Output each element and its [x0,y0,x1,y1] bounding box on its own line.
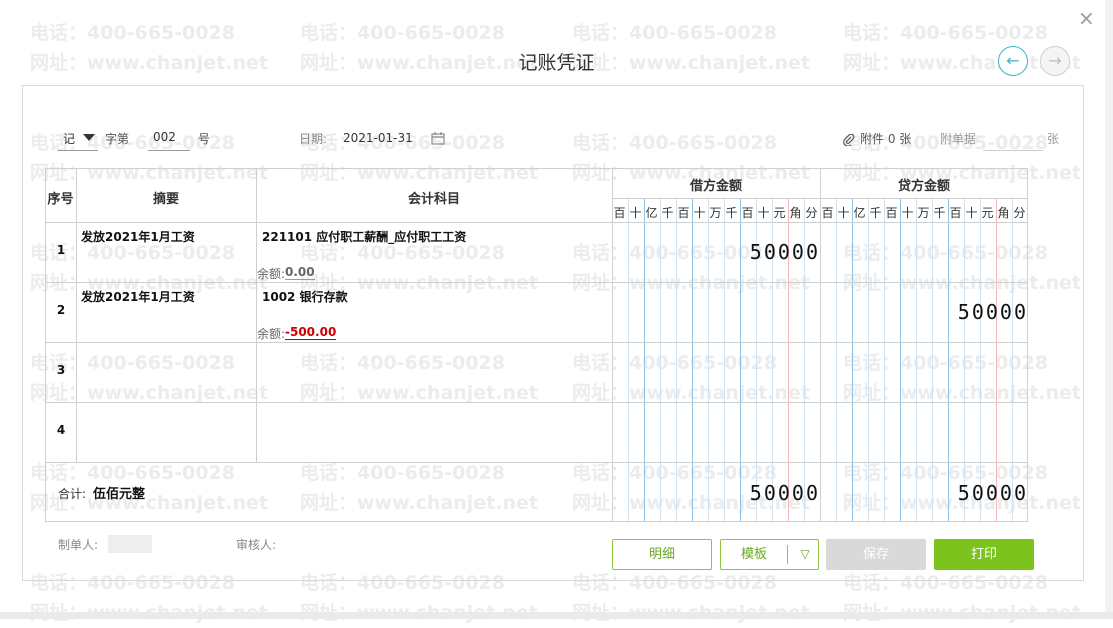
watermark-phone: 电话：400-665-0028 [843,22,1048,44]
col-header-account: 会计科目 [407,192,460,207]
row-3-account-cell[interactable] [257,343,612,402]
col-header-summary: 摘要 [152,192,179,207]
row-2-credit-amount[interactable]: 50000 [820,300,1028,324]
voucher-number-input[interactable]: 002 [153,130,176,144]
scrollbar-track[interactable] [1105,0,1113,619]
total-in-words: 伍佰元整 [93,487,146,502]
total-debit-amount: 50000 [749,481,820,505]
row-4-number: 4 [56,423,66,437]
col-header-credit: 贷方金额 [897,179,950,194]
row-3-number: 3 [56,363,66,377]
row-1-summary[interactable]: 发放2021年1月工资 [81,228,195,245]
grid-line [45,282,1028,283]
row-4-summary-cell[interactable] [77,403,256,462]
maker-label: 制单人: [58,538,99,552]
caret-down-icon[interactable] [83,134,95,141]
voucher-type-underline [58,150,98,151]
watermark-phone: 电话：400-665-0028 [30,22,235,44]
row-2-balance-label: 余额: [257,327,286,341]
attach-doc-input[interactable] [983,150,1043,151]
watermark-phone: 电话：400-665-0028 [572,22,777,44]
detail-button[interactable]: 明细 [612,539,712,570]
calendar-icon[interactable] [431,130,445,145]
attachment-count[interactable]: 附件 0 张 [860,130,911,147]
row-1-balance-label: 余额: [257,267,286,281]
col-header-debit: 借方金额 [689,179,742,194]
date-input[interactable]: 2021-01-31 [343,131,413,145]
row-2-summary[interactable]: 发放2021年1月工资 [81,288,195,305]
next-voucher-arrow-icon[interactable]: → [1040,46,1070,76]
template-button-label[interactable]: 模板 [721,540,787,569]
maker-name-redacted [108,535,152,553]
date-label: 日期: [299,132,328,146]
voucher-type-select[interactable]: 记 [63,130,75,147]
row-1-debit-amount[interactable]: 50000 [612,240,820,264]
attach-doc-unit: 张 [1047,132,1060,146]
number-suffix-label: 号 [198,132,211,146]
template-button[interactable]: 模板 ▽ [720,539,819,570]
row-1-number: 1 [56,243,66,257]
watermark-phone: 电话：400-665-0028 [300,22,505,44]
chevron-down-icon[interactable]: ▽ [795,540,815,569]
close-icon[interactable]: × [1078,6,1095,30]
row-1-account[interactable]: 221101 应付职工薪酬_应付职工工资 [262,228,466,245]
paperclip-icon[interactable] [843,131,855,147]
grid-line [45,462,1028,463]
row-1-balance: 0.00 [285,265,315,280]
row-2-balance: -500.00 [285,325,337,340]
reviewer-label: 审核人: [236,538,277,552]
total-label: 合计: [58,487,87,501]
print-button[interactable]: 打印 [934,539,1034,570]
row-2-account[interactable]: 1002 银行存款 [262,288,348,305]
total-credit-amount: 50000 [957,481,1028,505]
row-2-number: 2 [56,303,66,317]
col-header-seq: 序号 [47,192,74,207]
number-prefix-label: 字第 [105,132,130,146]
template-divider [787,545,788,564]
dialog-title: 记账凭证 [518,52,595,74]
grid-line [612,198,1028,199]
voucher-number-underline [148,150,190,151]
prev-voucher-arrow-icon[interactable]: ← [998,46,1028,76]
save-button[interactable]: 保存 [826,539,926,570]
row-3-summary-cell[interactable] [77,343,256,402]
row-4-account-cell[interactable] [257,403,612,462]
bottom-edge [0,612,1113,619]
grid-line [45,222,1028,223]
attach-doc-label: 附单据 [940,132,977,146]
